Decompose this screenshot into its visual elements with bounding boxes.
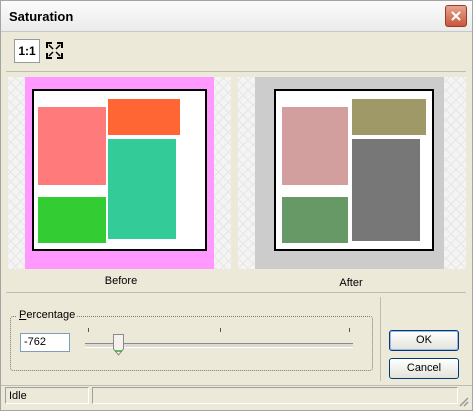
before-block-1 — [38, 107, 106, 185]
slider-tick — [349, 328, 350, 332]
resize-grip-icon[interactable] — [457, 395, 469, 407]
fit-to-window-icon[interactable] — [46, 42, 63, 59]
toolbar-divider — [6, 71, 466, 72]
statusbar-divider — [1, 385, 472, 386]
actual-size-button[interactable]: 1:1 — [14, 39, 40, 63]
slider-tick — [220, 328, 221, 332]
percentage-label: Percentage — [17, 309, 78, 321]
window-title: Saturation — [9, 9, 74, 24]
after-block-2 — [352, 99, 426, 135]
ok-button[interactable]: OK — [389, 330, 459, 351]
title-bar: Saturation — [1, 1, 472, 32]
slider-tick — [88, 328, 89, 332]
percentage-slider[interactable] — [85, 343, 353, 348]
before-image-frame — [25, 77, 214, 269]
slider-thumb[interactable] — [113, 334, 124, 356]
after-block-3 — [282, 197, 348, 243]
preview-divider — [6, 292, 466, 293]
percentage-label-rest: ercentage — [26, 309, 76, 321]
status-pane-secondary — [92, 387, 458, 404]
before-block-2 — [108, 99, 180, 135]
button-divider — [380, 297, 381, 381]
before-preview — [8, 77, 231, 269]
percentage-input[interactable]: -762 — [20, 333, 70, 352]
after-image-frame — [255, 77, 444, 269]
before-caption: Before — [104, 275, 138, 287]
after-caption: After — [339, 277, 363, 289]
before-image — [32, 89, 207, 251]
close-icon — [451, 11, 461, 21]
saturation-dialog: Saturation 1:1 Before After Percentage -… — [0, 0, 473, 411]
after-block-1 — [282, 107, 348, 185]
status-text: Idle — [9, 390, 27, 402]
after-image — [274, 89, 434, 251]
after-block-4 — [352, 139, 420, 241]
before-block-3 — [38, 197, 106, 243]
after-preview — [238, 77, 466, 269]
cancel-button[interactable]: Cancel — [389, 358, 459, 379]
before-block-4 — [108, 139, 176, 239]
close-button[interactable] — [445, 5, 467, 27]
